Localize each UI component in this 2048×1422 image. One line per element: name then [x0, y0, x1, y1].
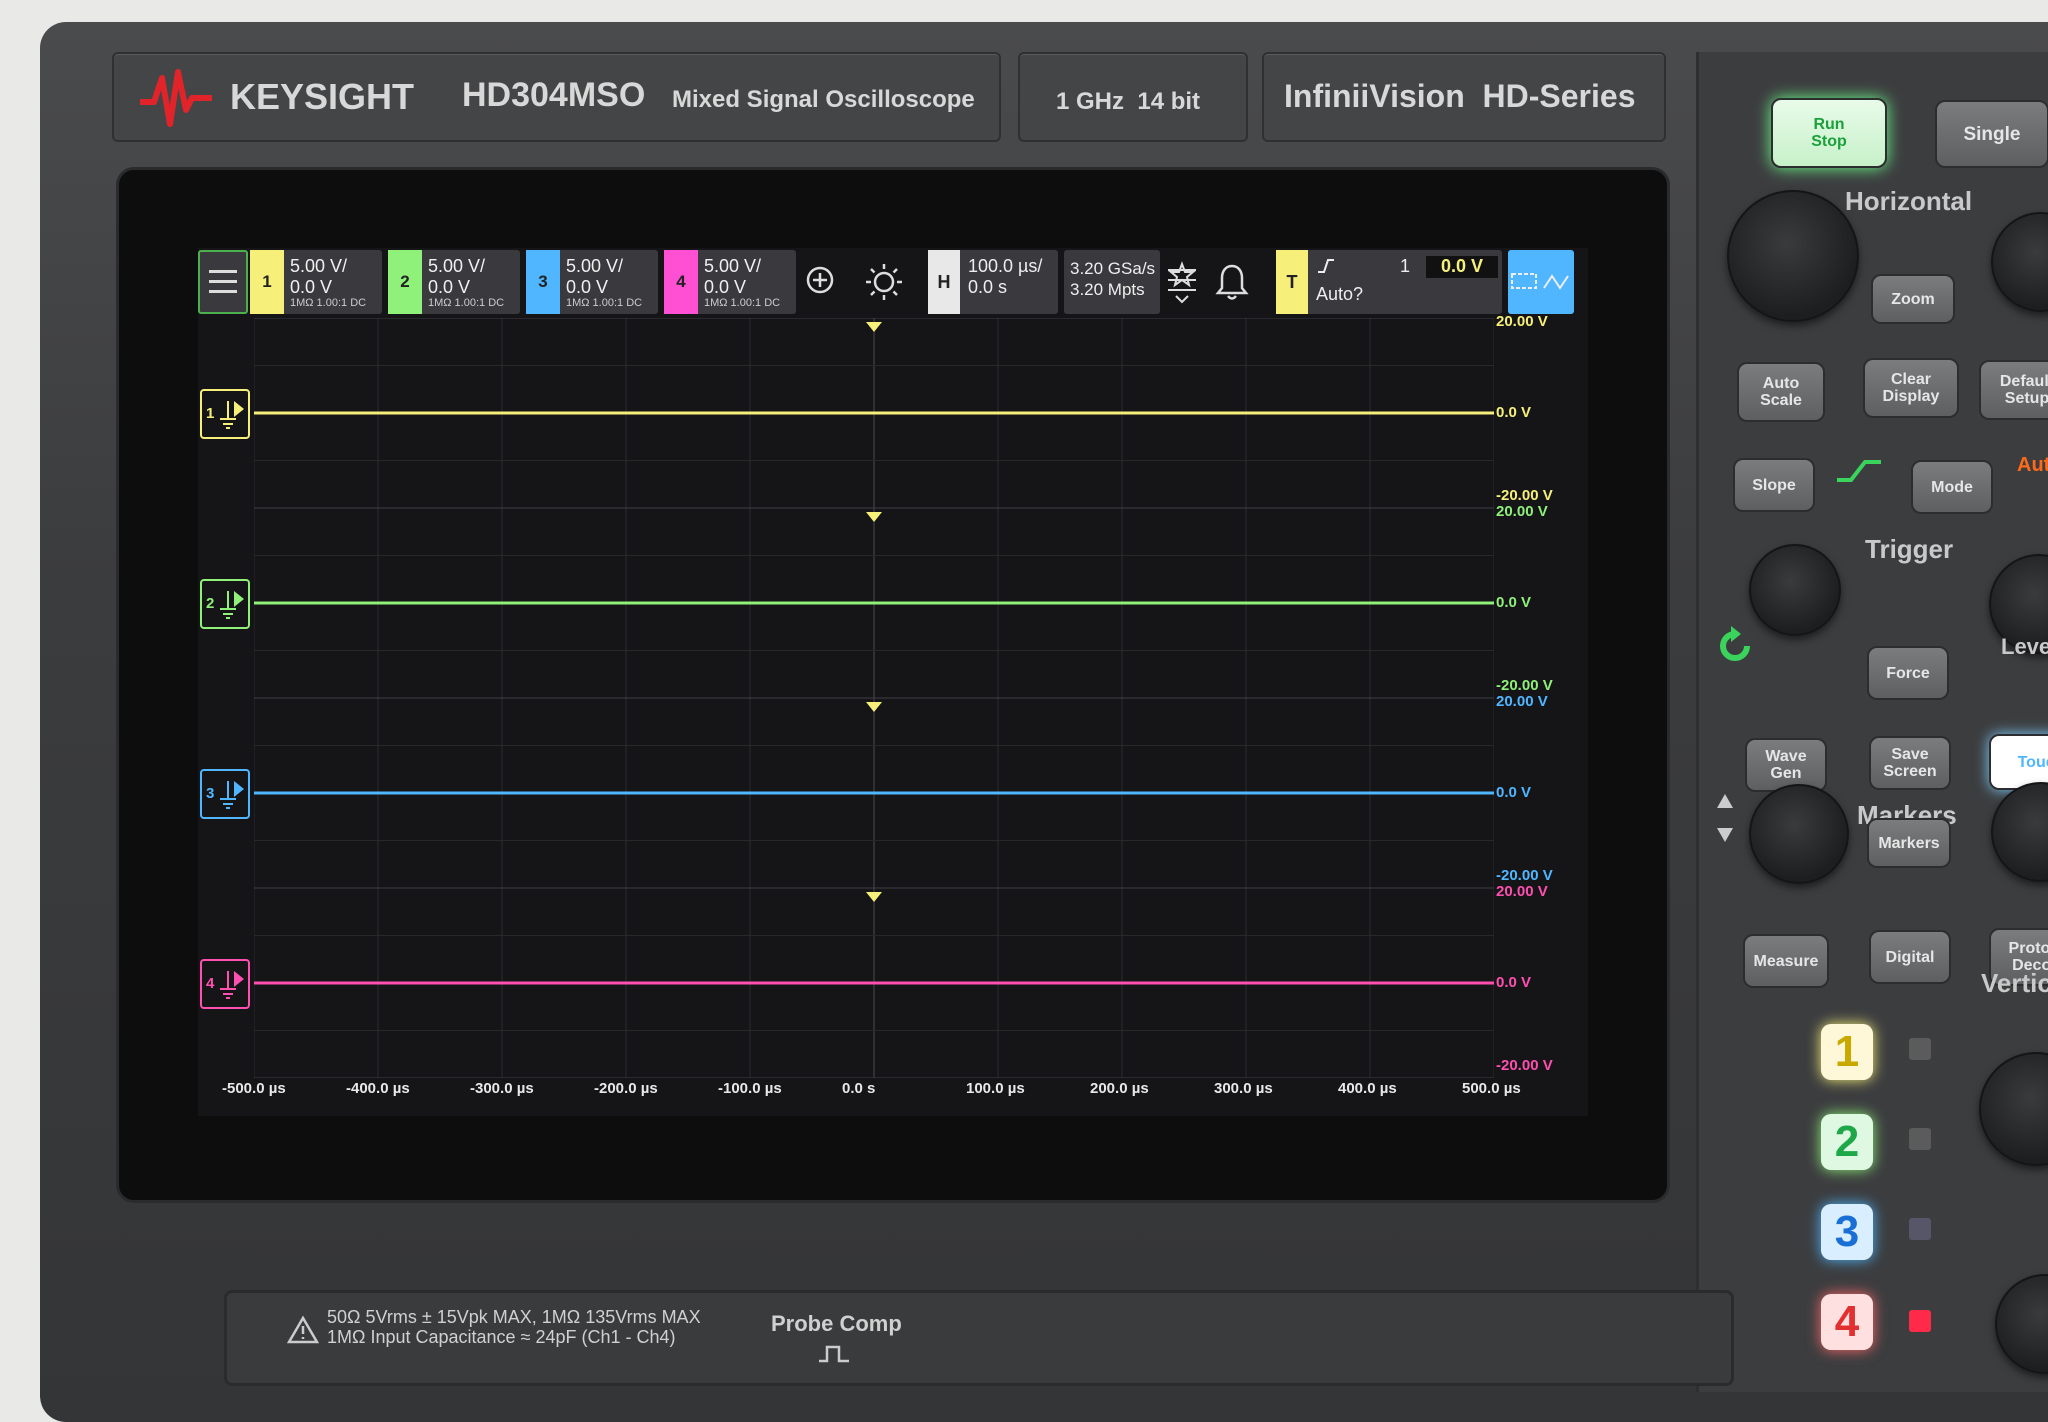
scale-bottom-label-ch3: -20.00 V — [1496, 867, 1553, 884]
vertical-position-knob[interactable] — [1995, 1274, 2048, 1374]
scale-mid-label-ch4: 0.0 V — [1496, 974, 1532, 991]
run-stop-button[interactable]: Run Stop — [1771, 98, 1887, 168]
force-button[interactable]: Force — [1867, 646, 1949, 700]
horizontal-section-label: Horizontal — [1845, 186, 1973, 216]
channel-3-ground-marker[interactable]: 3 — [200, 769, 250, 819]
probe-comp-label: Probe Comp — [771, 1311, 902, 1336]
waveform-overlay: 20.00 V 0.0 V -20.00 V 1 20.00 V 0.0 V -20.00 … — [198, 248, 1588, 1116]
channel-4-led — [1909, 1310, 1931, 1332]
scale-top-label-ch3: 20.00 V — [1496, 693, 1548, 710]
time-axis-label: 400.0 µs — [1338, 1080, 1397, 1097]
ground-icon — [220, 591, 244, 619]
time-axis-label: -200.0 µs — [594, 1080, 658, 1097]
spec-box: 1 GHz 14 bit — [1018, 52, 1248, 142]
channel-2-ground-marker[interactable]: 2 — [200, 579, 250, 629]
scale-top-label-ch1: 20.00 V — [1496, 313, 1548, 330]
ground-icon — [220, 401, 244, 429]
vertical-scale-knob[interactable] — [1979, 1052, 2048, 1166]
default-setup-button[interactable]: Default Setup — [1979, 360, 2048, 420]
channel-4-ground-marker[interactable]: 4 — [200, 959, 250, 1009]
slope-button[interactable]: Slope — [1733, 458, 1815, 512]
channel-1-ground-marker[interactable]: 1 — [200, 389, 250, 439]
slope-indicator-icon — [1837, 460, 1881, 482]
horizontal-position-knob[interactable] — [1991, 212, 2048, 312]
channel-2-led — [1909, 1128, 1931, 1150]
mode-button[interactable]: Mode — [1911, 460, 1993, 514]
auto-mode-indicator: Auto — [2017, 454, 2048, 476]
wave-gen-button[interactable]: Wave Gen — [1745, 738, 1827, 792]
input-panel: 50Ω 5Vrms ± 15Vpk MAX, 1MΩ 135Vrms MAX 1M… — [224, 1290, 1734, 1386]
trigger-section-label: Trigger — [1865, 534, 1954, 564]
clear-display-button[interactable]: Clear Display — [1863, 358, 1959, 418]
ground-icon — [220, 781, 244, 809]
time-axis-label: 500.0 µs — [1462, 1080, 1521, 1097]
scale-bottom-label-ch1: -20.00 V — [1496, 487, 1553, 504]
vertical-section-label: Vertical — [1981, 968, 2048, 998]
channel-1-button[interactable]: 1 — [1821, 1024, 1873, 1080]
brand-box: KEYSIGHT HD304MSO Mixed Signal Oscillosc… — [112, 52, 1001, 142]
series-text: InfiniiVision HD-Series — [1284, 78, 1636, 114]
warning-icon — [287, 1315, 319, 1344]
time-axis-label: 200.0 µs — [1090, 1080, 1149, 1097]
time-axis-label: 300.0 µs — [1214, 1080, 1273, 1097]
time-axis-label: -300.0 µs — [470, 1080, 534, 1097]
auto-scale-button[interactable]: Auto Scale — [1737, 362, 1825, 422]
scale-bottom-label-ch2: -20.00 V — [1496, 677, 1553, 694]
time-axis-label: -100.0 µs — [718, 1080, 782, 1097]
scale-mid-label-ch3: 0.0 V — [1496, 784, 1532, 801]
trigger-level-knob[interactable] — [1749, 544, 1841, 636]
time-axis-label: 0.0 s — [842, 1080, 876, 1097]
up-down-arrows-icon — [1717, 794, 1733, 842]
square-wave-icon — [819, 1345, 849, 1363]
zoom-button[interactable]: Zoom — [1871, 274, 1955, 324]
scale-mid-label-ch2: 0.0 V — [1496, 594, 1532, 611]
scope-display: 1 5.00 V/0.0 V 1MΩ 1.00:1 DC 2 5.00 V/0.… — [198, 248, 1588, 1116]
ground-icon — [220, 971, 244, 999]
markers-knob[interactable] — [1749, 784, 1849, 884]
model-description: Mixed Signal Oscilloscope — [672, 86, 975, 113]
level-label: Level — [2001, 634, 2048, 659]
channel-3-led — [1909, 1218, 1931, 1240]
single-button[interactable]: Single — [1935, 100, 2048, 168]
brand-name: KEYSIGHT — [230, 76, 415, 117]
channel-1-led — [1909, 1038, 1931, 1060]
markers-button[interactable]: Markers — [1867, 818, 1951, 868]
time-axis-label: -400.0 µs — [346, 1080, 410, 1097]
scale-top-label-ch2: 20.00 V — [1496, 503, 1548, 520]
series-box: InfiniiVision HD-Series — [1262, 52, 1666, 142]
input-warning: 50Ω 5Vrms ± 15Vpk MAX, 1MΩ 135Vrms MAX 1M… — [327, 1307, 701, 1347]
keysight-logo-icon — [140, 69, 212, 127]
channel-3-button[interactable]: 3 — [1821, 1204, 1873, 1260]
model-name: HD304MSO — [462, 76, 646, 114]
brand-bar: KEYSIGHT HD304MSO Mixed Signal Oscillosc… — [112, 52, 1666, 142]
front-panel: Run Stop Single Horizontal Zoom Auto Sca… — [1696, 52, 2048, 1392]
scale-mid-label-ch1: 0.0 V — [1496, 404, 1532, 421]
horizontal-scale-knob[interactable] — [1727, 190, 1859, 322]
time-axis-label: 100.0 µs — [966, 1080, 1025, 1097]
scale-top-label-ch4: 20.00 V — [1496, 883, 1548, 900]
digital-button[interactable]: Digital — [1869, 930, 1951, 984]
markers-knob-right[interactable] — [1991, 782, 2048, 882]
channel-4-button[interactable]: 4 — [1821, 1294, 1873, 1350]
refresh-icon[interactable] — [1711, 622, 1759, 670]
spec-text: 1 GHz 14 bit — [1056, 88, 1201, 115]
save-screen-button[interactable]: Save Screen — [1869, 736, 1951, 790]
measure-button[interactable]: Measure — [1743, 934, 1829, 988]
channel-2-button[interactable]: 2 — [1821, 1114, 1873, 1170]
scale-bottom-label-ch4: -20.00 V — [1496, 1057, 1553, 1074]
time-axis-label: -500.0 µs — [222, 1080, 286, 1097]
